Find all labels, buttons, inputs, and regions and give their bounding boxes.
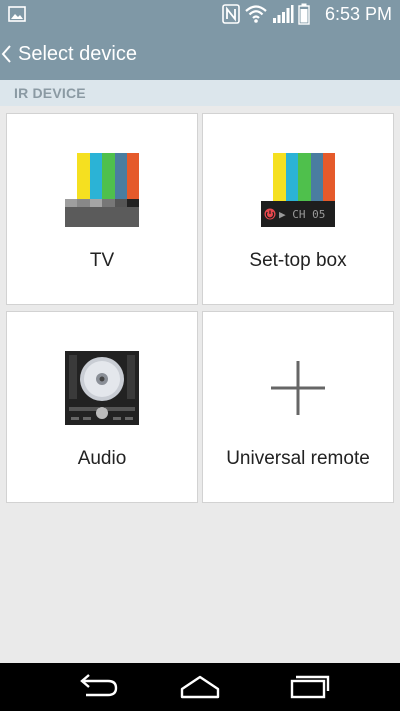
section-header-label: IR DEVICE xyxy=(14,85,86,101)
device-tile-audio[interactable]: Audio xyxy=(6,311,198,503)
navigation-bar xyxy=(0,663,400,711)
device-label-audio: Audio xyxy=(77,448,127,469)
device-tile-set-top-box[interactable]: ▶ CH 05 Set-top box xyxy=(202,113,394,305)
status-time: 6:53 PM xyxy=(324,4,392,24)
channel-readout: ▶ CH 05 xyxy=(279,208,325,221)
device-tile-tv[interactable]: TV xyxy=(6,113,198,305)
set-top-box-icon: ▶ CH 05 xyxy=(261,153,335,227)
device-tile-universal-remote[interactable]: Universal remote xyxy=(202,311,394,503)
section-header: IR DEVICE xyxy=(0,80,400,106)
device-label-set-top-box: Set-top box xyxy=(249,250,347,271)
status-bar: 6:53 PM xyxy=(0,0,400,28)
audio-icon xyxy=(65,351,139,425)
home-nav-icon[interactable] xyxy=(172,671,228,703)
page-title[interactable]: Select device xyxy=(18,43,137,66)
plus-icon xyxy=(271,361,325,415)
signal-icon xyxy=(273,5,294,23)
device-label-universal-remote: Universal remote xyxy=(226,448,370,469)
nfc-icon xyxy=(222,4,240,24)
wifi-icon xyxy=(245,5,267,23)
gallery-icon xyxy=(8,6,26,22)
back-nav-icon[interactable] xyxy=(70,671,126,703)
status-icons xyxy=(222,3,310,25)
chevron-left-icon[interactable] xyxy=(0,42,14,66)
recents-nav-icon[interactable] xyxy=(282,671,338,703)
device-label-tv: TV xyxy=(89,250,115,271)
tv-icon xyxy=(65,153,139,227)
battery-icon xyxy=(298,3,310,25)
app-bar: Select device xyxy=(0,28,400,80)
